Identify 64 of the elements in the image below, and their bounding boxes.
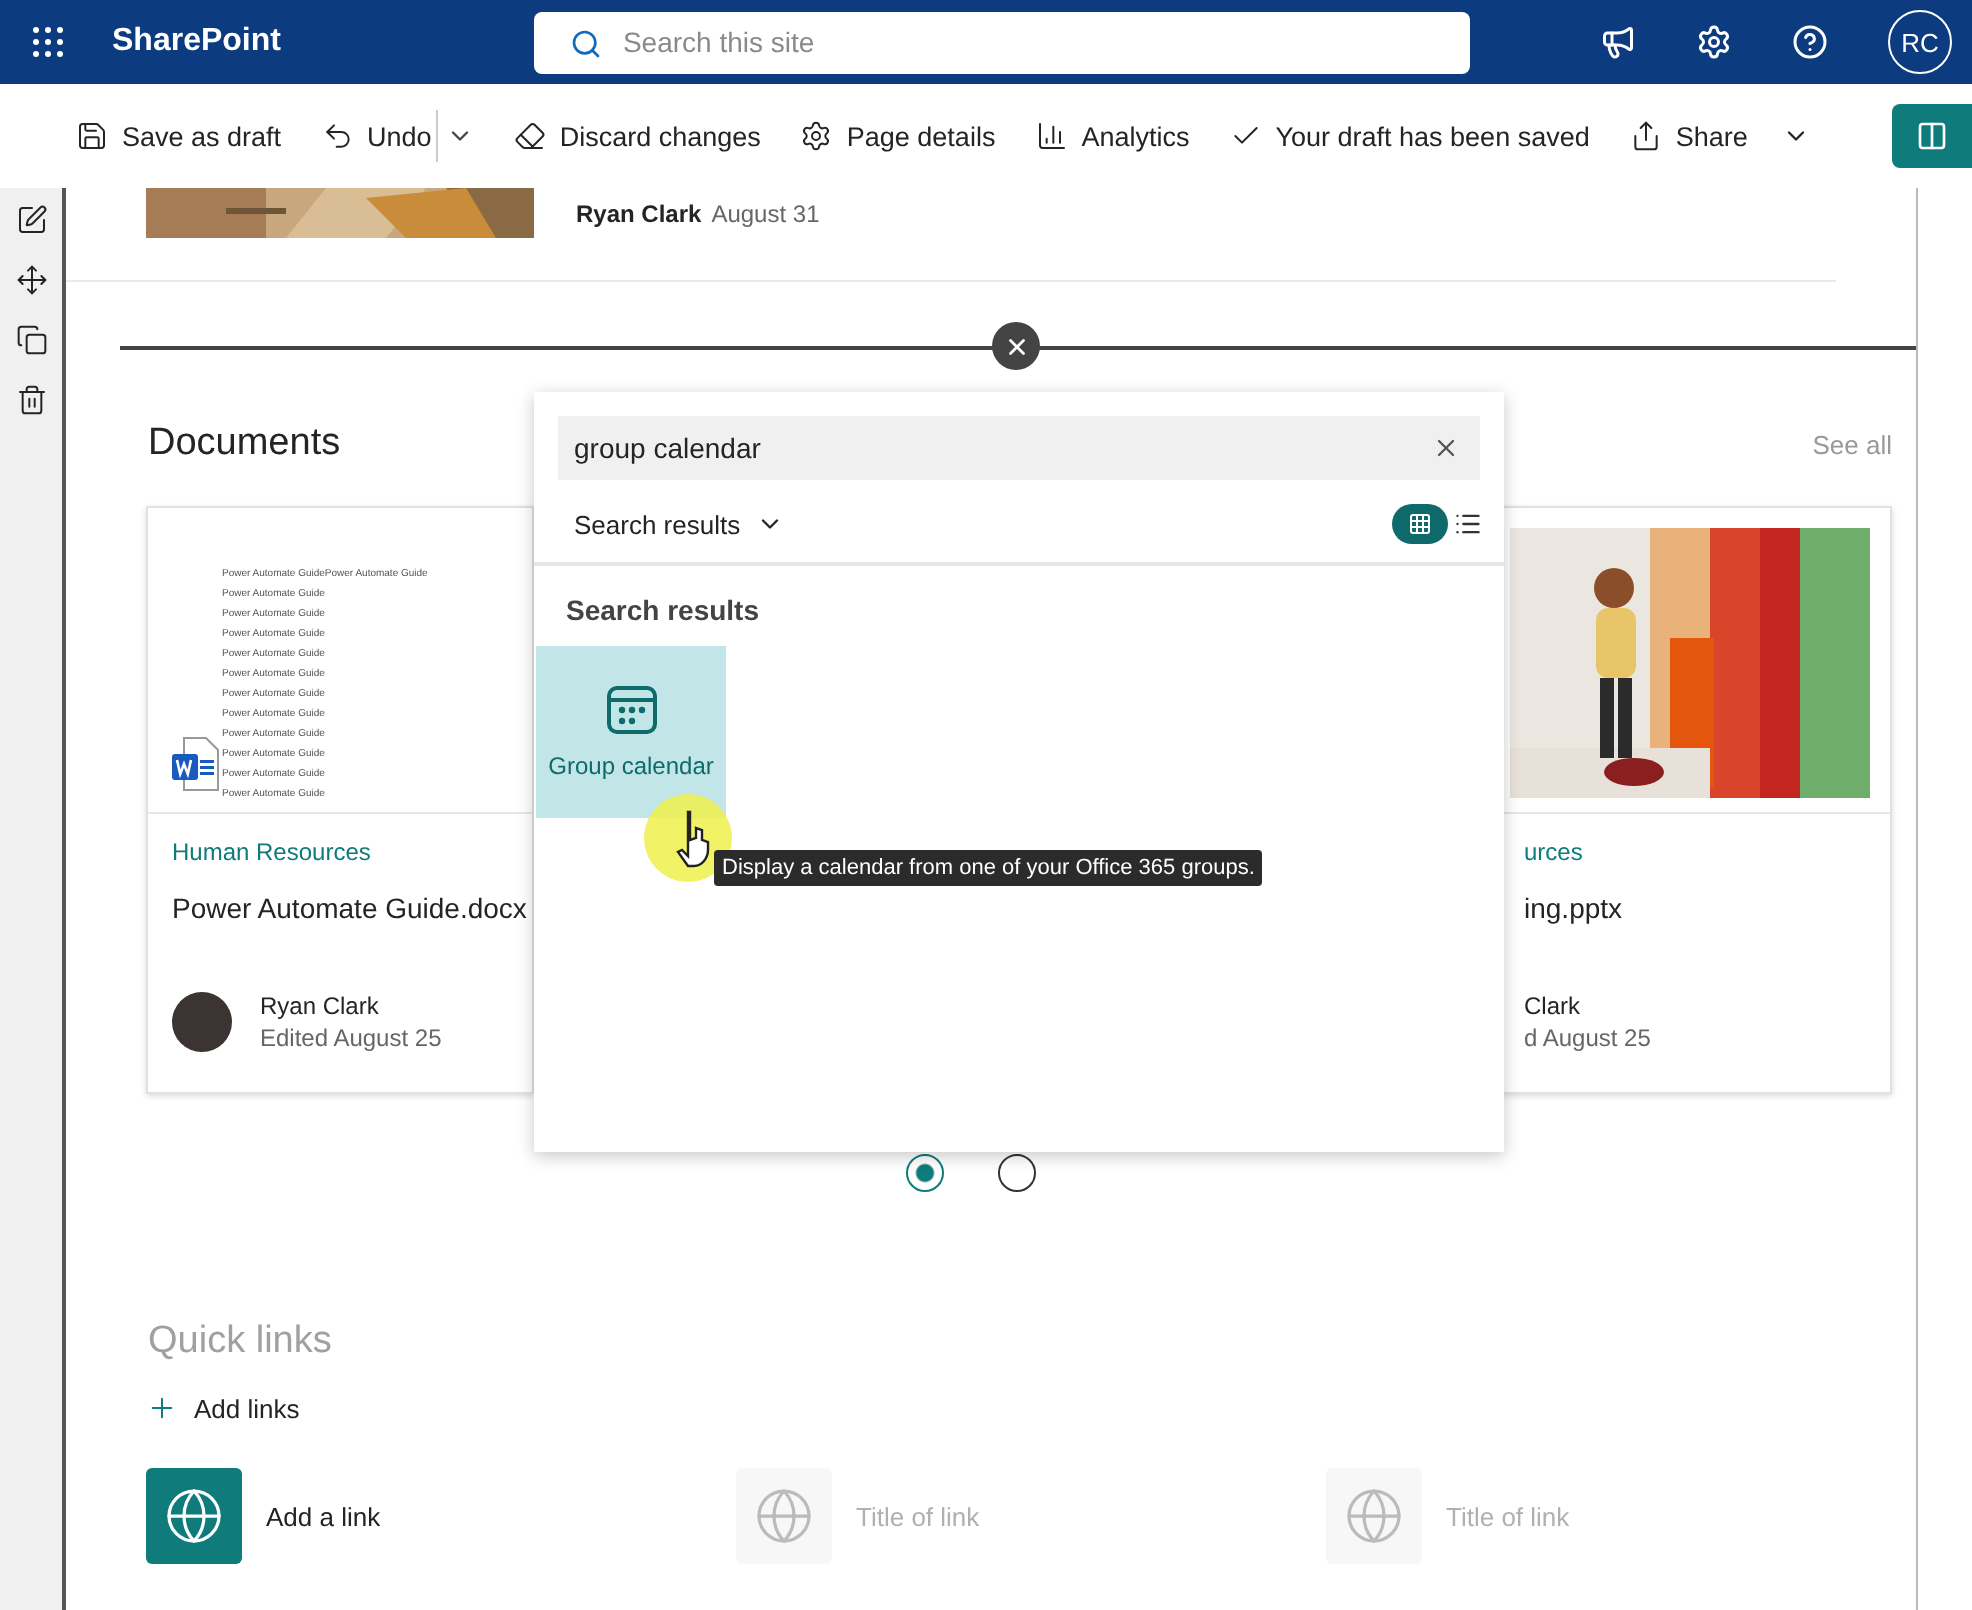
columns-icon bbox=[1916, 120, 1948, 152]
globe-icon bbox=[754, 1486, 814, 1546]
edit-icon[interactable] bbox=[15, 204, 47, 236]
app-name[interactable]: SharePoint bbox=[112, 24, 281, 60]
avatar bbox=[172, 992, 232, 1052]
link-tile[interactable] bbox=[1326, 1468, 1422, 1564]
details-button[interactable]: Page details bbox=[800, 120, 996, 152]
tooltip: Display a calendar from one of your Office 365 groups. bbox=[714, 850, 1263, 886]
megaphone-icon[interactable] bbox=[1600, 24, 1636, 60]
site-name: Human Resources bbox=[172, 838, 373, 866]
search-icon bbox=[570, 27, 603, 59]
help-icon[interactable] bbox=[1792, 24, 1828, 60]
undo-icon bbox=[321, 120, 354, 152]
panel-toggle-button[interactable] bbox=[1892, 104, 1972, 168]
globe-icon bbox=[1344, 1486, 1404, 1546]
chart-icon bbox=[1035, 120, 1068, 152]
web-part-tile[interactable]: Group calendar bbox=[536, 646, 726, 818]
close-icon bbox=[1003, 333, 1029, 359]
document-name: ing.pptx bbox=[1524, 892, 1625, 924]
eraser-icon bbox=[513, 120, 546, 152]
calendar-icon bbox=[605, 684, 657, 736]
link-tile[interactable] bbox=[736, 1468, 832, 1564]
add-links-button[interactable]: Add links bbox=[146, 1392, 1916, 1424]
section-title: Documents bbox=[148, 422, 341, 466]
toolbox-search-field[interactable]: group calendar bbox=[558, 416, 1480, 480]
author-name: Ryan Clark bbox=[576, 200, 702, 232]
link-tile[interactable] bbox=[146, 1468, 242, 1564]
share-icon bbox=[1629, 120, 1662, 152]
share-button[interactable]: Share bbox=[1629, 120, 1810, 152]
analytics-button[interactable]: Analytics bbox=[1035, 120, 1190, 152]
clear-icon[interactable] bbox=[1432, 434, 1460, 462]
site-name: urces bbox=[1524, 838, 1585, 866]
section-title: Quick links bbox=[148, 1320, 334, 1364]
app-launcher-icon[interactable] bbox=[30, 24, 66, 60]
settings-icon[interactable] bbox=[1696, 24, 1732, 60]
settings-icon bbox=[800, 120, 833, 152]
filter-dropdown[interactable]: Search results bbox=[574, 509, 785, 539]
author-name: Clark bbox=[1524, 992, 1583, 1020]
edited-date: d August 25 bbox=[1524, 1024, 1651, 1052]
grid-icon bbox=[1408, 512, 1432, 536]
results-heading: Search results bbox=[566, 594, 761, 626]
search-field[interactable]: Search this site bbox=[534, 11, 1471, 73]
post-date: August 31 bbox=[711, 200, 820, 232]
move-icon[interactable] bbox=[15, 264, 47, 296]
user-avatar[interactable]: RC bbox=[1888, 10, 1952, 74]
edited-date: Edited August 25 bbox=[260, 1024, 442, 1052]
saved-button[interactable]: Your draft has been saved bbox=[1229, 120, 1590, 152]
close-button[interactable] bbox=[992, 322, 1040, 370]
undo-button[interactable]: Undo bbox=[321, 120, 432, 152]
discard-button[interactable]: Discard changes bbox=[513, 120, 761, 152]
list-icon bbox=[1454, 510, 1482, 538]
trash-icon[interactable] bbox=[15, 384, 47, 416]
link-title[interactable]: Add a link bbox=[266, 1501, 381, 1531]
grid-view-button[interactable] bbox=[1392, 504, 1448, 544]
save-button[interactable]: Save as draft bbox=[76, 120, 282, 152]
page-dot[interactable] bbox=[906, 1154, 944, 1192]
globe-icon bbox=[164, 1486, 224, 1546]
author-name: Ryan Clark bbox=[260, 992, 381, 1020]
plus-icon bbox=[146, 1392, 178, 1424]
copy-icon[interactable] bbox=[15, 324, 47, 356]
save-icon bbox=[76, 120, 108, 152]
document-name: Power Automate Guide.docx bbox=[172, 892, 529, 924]
page-dot[interactable] bbox=[998, 1154, 1036, 1192]
document-card[interactable]: urces ing.pptx Clark d August 25 bbox=[1502, 506, 1892, 1094]
